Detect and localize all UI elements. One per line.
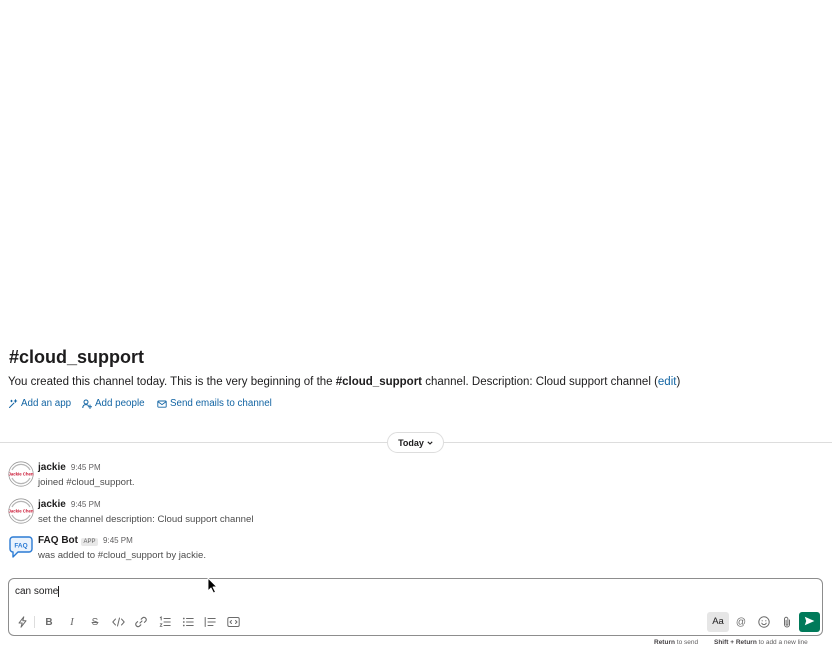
text-format-button[interactable]: Aa <box>707 612 729 632</box>
ordered-list-button[interactable] <box>156 613 174 631</box>
faq-icon-lettering: FAQ <box>14 542 27 549</box>
avatar[interactable]: Jackie Chen <box>8 498 34 524</box>
channel-title: #cloud_support <box>9 347 145 367</box>
send-button[interactable] <box>799 612 820 632</box>
add-app-button[interactable]: Add an app <box>8 398 71 410</box>
code-block-button[interactable] <box>224 613 242 631</box>
text-caret <box>58 586 60 597</box>
strikethrough-button[interactable]: S <box>86 613 104 631</box>
channel-view: #cloud_support You created this channel … <box>0 0 832 646</box>
date-jump-button[interactable]: Today <box>387 432 444 453</box>
message: Jackie Chen jackie 9:45 PM joined #cloud… <box>0 460 832 490</box>
message-text: joined #cloud_support. <box>38 477 135 488</box>
bold-icon: B <box>45 616 53 628</box>
message-input[interactable]: can some <box>15 586 816 598</box>
message-header: jackie 9:45 PM <box>38 499 101 510</box>
send-hint-text: to send <box>674 639 699 646</box>
avatar[interactable]: Jackie Chen <box>8 461 34 487</box>
channel-intro: You created this channel today. This is … <box>8 375 680 389</box>
italic-icon: I <box>70 616 74 628</box>
send-emails-button[interactable]: Send emails to channel <box>157 398 272 410</box>
message-author[interactable]: FAQ Bot <box>38 535 78 546</box>
mouse-pointer-icon <box>207 577 218 594</box>
attach-button[interactable] <box>778 613 796 631</box>
emoji-icon <box>758 616 770 628</box>
add-app-label: Add an app <box>21 398 72 409</box>
message-timestamp[interactable]: 9:45 PM <box>103 535 133 546</box>
attach-icon <box>782 616 792 628</box>
message: Jackie Chen jackie 9:45 PM set the chann… <box>0 497 832 527</box>
lightning-icon <box>17 616 28 628</box>
message-input-value: can some <box>15 586 59 598</box>
add-people-button[interactable]: Add people <box>82 398 145 410</box>
message: FAQ FAQ Bot APP 9:45 PM was added to #cl… <box>0 533 832 563</box>
avatar-lettering: Jackie Chen <box>8 509 33 514</box>
mention-icon: @ <box>735 616 747 628</box>
send-icon <box>804 613 815 631</box>
toolbar-separator <box>34 616 35 628</box>
intro-text-end: ) <box>676 376 681 388</box>
italic-button[interactable]: I <box>63 613 81 631</box>
faq-bot-avatar[interactable]: FAQ <box>8 534 34 560</box>
add-app-icon <box>8 399 18 409</box>
send-emails-label: Send emails to channel <box>170 398 272 409</box>
message-header: FAQ Bot APP 9:45 PM <box>38 535 133 546</box>
intro-text-start: You created this channel today. This is … <box>8 376 336 388</box>
message-author[interactable]: jackie <box>38 499 66 510</box>
code-block-icon <box>226 616 240 628</box>
add-people-label: Add people <box>95 398 145 409</box>
bulleted-list-button[interactable] <box>179 613 197 631</box>
avatar-lettering: Jackie Chen <box>8 472 33 477</box>
edit-description-link[interactable]: edit <box>658 376 677 388</box>
email-icon <box>157 399 167 409</box>
code-icon <box>111 617 125 627</box>
intro-text-middle: channel. Description: Cloud support chan… <box>422 376 658 388</box>
ordered-list-icon <box>159 616 171 628</box>
app-badge: APP <box>81 538 99 546</box>
message-text: was added to #cloud_support by jackie. <box>38 550 206 561</box>
link-button[interactable] <box>132 613 150 631</box>
message-text: set the channel description: Cloud suppo… <box>38 514 254 525</box>
newline-hint-text: to add a new line <box>756 639 808 646</box>
text-format-icon: Aa <box>712 616 724 627</box>
strikethrough-icon: S <box>91 616 99 628</box>
intro-channel-ref: #cloud_support <box>335 376 423 388</box>
date-label: Today <box>398 437 424 448</box>
message-author[interactable]: jackie <box>38 462 66 473</box>
emoji-button[interactable] <box>755 613 773 631</box>
send-key: Return <box>654 639 675 646</box>
send-hint: Return to send <box>654 639 698 646</box>
message-timestamp[interactable]: 9:45 PM <box>71 462 101 473</box>
newline-hint: Shift + Return to add a new line <box>714 639 808 646</box>
add-person-icon <box>82 399 92 409</box>
blockquote-icon <box>204 616 216 628</box>
bold-button[interactable]: B <box>40 613 58 631</box>
bulleted-list-icon <box>182 616 194 628</box>
link-icon <box>135 616 147 628</box>
newline-key: Shift + Return <box>714 639 757 646</box>
message-composer: can some B I S Aa @ <box>8 578 823 636</box>
blockquote-button[interactable] <box>201 613 219 631</box>
message-timestamp[interactable]: 9:45 PM <box>71 499 101 510</box>
message-header: jackie 9:45 PM <box>38 462 101 473</box>
chevron-down-icon <box>427 440 433 445</box>
shortcuts-button[interactable] <box>13 613 31 631</box>
mention-button[interactable]: @ <box>732 613 750 631</box>
code-button[interactable] <box>109 613 127 631</box>
